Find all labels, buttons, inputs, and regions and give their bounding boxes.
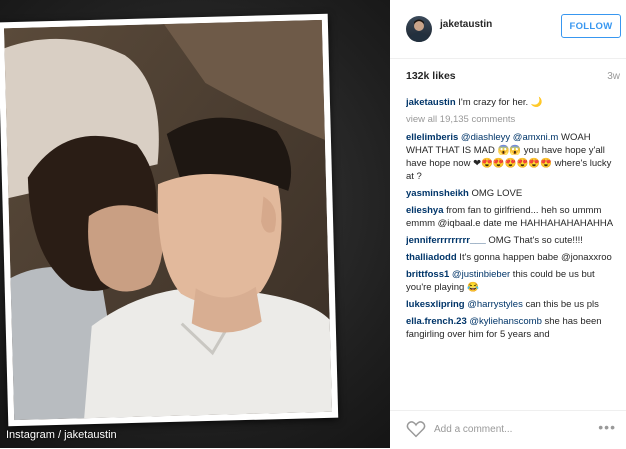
comment-username[interactable]: lukesxlipring [406,299,465,310]
comment: ella.french.23 @kyliehanscomb she has be… [406,315,620,341]
avatar-icon [409,19,429,42]
comment-text: can this be us pls [522,299,599,310]
comment: lukesxlipring @harrystyles can this be u… [406,298,620,311]
heart-icon[interactable] [406,420,426,438]
photo-pane: Instagram / jaketaustin [0,0,390,448]
follow-button[interactable]: FOLLOW [561,14,621,38]
post-sidebar: jaketaustin FOLLOW 132k likes 3w jaketau… [390,0,626,448]
add-comment-input[interactable]: Add a comment... [434,423,512,436]
photo-credit: Instagram / jaketaustin [6,429,117,441]
comment-username[interactable]: jenniferrrrrrrrr___ [406,235,486,246]
comment-text: OMG LOVE [468,188,523,199]
caption-text: I'm crazy for her. 🌙 [455,97,543,108]
comment-mention[interactable]: @justinbieber [449,269,510,280]
caption: jaketaustin I'm crazy for her. 🌙 [406,96,620,109]
caption-username[interactable]: jaketaustin [406,97,456,108]
post-photo [3,19,333,421]
comment-username[interactable]: yasminsheikh [406,188,469,199]
post-header: jaketaustin FOLLOW [390,0,626,59]
post-time: 3w [607,71,620,82]
comment-mention[interactable]: @diashleyy @amxni.m [458,132,558,143]
comment-username[interactable]: ella.french.23 [406,316,467,327]
view-all-comments-link[interactable]: view all 19,135 comments [406,113,620,126]
comment-text: It's gonna happen babe @jonaxxroo [456,252,612,263]
comment-username[interactable]: elieshya [406,205,444,216]
comment: jenniferrrrrrrrr___ OMG That's so cute!!… [406,234,620,247]
comment-username[interactable]: brittfoss1 [406,269,449,280]
likes-count[interactable]: 132k likes [406,70,456,83]
comment: brittfoss1 @justinbieber this could be u… [406,268,620,294]
username[interactable]: jaketaustin [440,18,492,31]
comment-mention[interactable]: @kyliehanscomb [467,316,542,327]
comment-username[interactable]: thalliadodd [406,252,457,263]
comment-username[interactable]: ellelimberis [406,132,458,143]
comment-text: OMG That's so cute!!!! [485,235,583,246]
comment: ellelimberis @diashleyy @amxni.m WOAH WH… [406,131,620,183]
more-options-icon[interactable]: ••• [598,420,616,434]
comment-mention[interactable]: @harrystyles [465,299,523,310]
add-comment-bar: Add a comment... ••• [390,410,626,449]
comments-list: jaketaustin I'm crazy for her. 🌙 view al… [406,96,620,408]
comment: yasminsheikh OMG LOVE [406,187,620,200]
comment: thalliadodd It's gonna happen babe @jona… [406,251,620,264]
photo-frame [0,13,339,427]
avatar[interactable] [406,16,432,42]
comment: elieshya from fan to girlfriend... heh s… [406,204,620,230]
